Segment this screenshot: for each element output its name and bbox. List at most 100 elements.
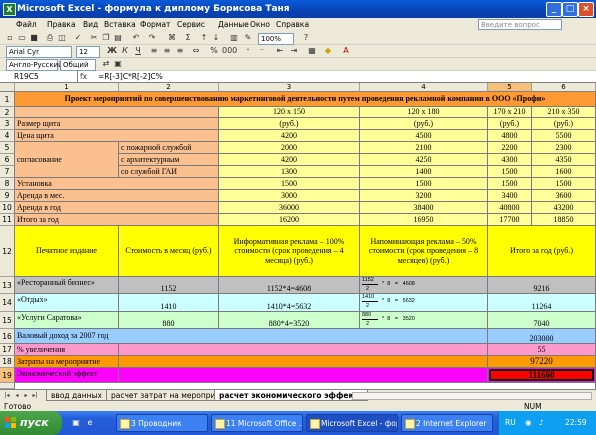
approval-label[interactable]: согласование bbox=[15, 142, 119, 178]
fx-icon[interactable]: fx bbox=[80, 71, 87, 83]
fill-color-icon[interactable]: ◆ bbox=[322, 45, 334, 56]
costs-value[interactable]: 97220 bbox=[488, 356, 596, 368]
drawing-icon[interactable]: ✎ bbox=[242, 32, 254, 43]
size-cell[interactable]: 120 х 150 bbox=[219, 107, 360, 118]
pub-informative[interactable]: 1410*4=5632 bbox=[219, 294, 360, 312]
column-header-4[interactable]: 4 bbox=[360, 83, 488, 92]
align-center-icon[interactable]: ≡ bbox=[161, 45, 173, 56]
units-cell[interactable]: (руб.) bbox=[532, 118, 596, 130]
column-header-5[interactable]: 5 bbox=[488, 83, 532, 92]
chart-wizard-icon[interactable]: ▥ bbox=[228, 32, 240, 43]
header-reminder-ad[interactable]: Напоминающая реклама – 50% стоимости (ср… bbox=[360, 226, 488, 277]
decrease-indent-icon[interactable]: ⇤ bbox=[274, 45, 286, 56]
menu-view[interactable]: Вид bbox=[83, 20, 98, 29]
pub-informative[interactable]: 880*4=3520 bbox=[219, 312, 360, 329]
rent-year-label[interactable]: Аренда в год bbox=[15, 202, 219, 214]
row-header[interactable]: 13 bbox=[0, 277, 15, 294]
print-icon[interactable]: ⎙ bbox=[44, 32, 56, 43]
align-left-icon[interactable]: ≡ bbox=[148, 45, 160, 56]
menu-edit[interactable]: Правка bbox=[47, 20, 76, 29]
row-header[interactable]: 19 bbox=[0, 368, 15, 383]
row-header[interactable]: 2 bbox=[0, 107, 15, 118]
row-header[interactable]: 7 bbox=[0, 166, 15, 178]
costs-empty[interactable] bbox=[119, 356, 488, 368]
borders-icon[interactable]: ▦ bbox=[306, 45, 318, 56]
select-all-corner[interactable] bbox=[0, 83, 15, 92]
header-total-year[interactable]: Итого за год (руб.) bbox=[488, 226, 596, 277]
row-header[interactable]: 10 bbox=[0, 202, 15, 214]
pub-total[interactable]: 11264 bbox=[488, 294, 596, 312]
pub-reminder-formula[interactable]: 1410 2 * 8 = 5632 bbox=[360, 294, 488, 312]
pub-reminder-formula[interactable]: 1152 2 * 8 = 4608 bbox=[360, 277, 488, 294]
approval-gai-cell[interactable]: 1400 bbox=[360, 166, 488, 178]
row-header[interactable]: 11 bbox=[0, 214, 15, 226]
approval-gai-cell[interactable]: 1300 bbox=[219, 166, 360, 178]
undo-icon[interactable]: ↶ bbox=[130, 32, 142, 43]
thousands-icon[interactable]: 000 bbox=[222, 45, 237, 56]
size-cell[interactable]: 120 х 180 bbox=[360, 107, 488, 118]
menu-insert[interactable]: Вставка bbox=[104, 20, 136, 29]
rent-month-cell[interactable]: 3000 bbox=[219, 190, 360, 202]
bold-icon[interactable]: Ж bbox=[106, 45, 118, 56]
approval-gai-cell[interactable]: 1600 bbox=[532, 166, 596, 178]
task-ie[interactable]: 2 Internet Explorer bbox=[401, 414, 493, 432]
save-icon[interactable]: ■ bbox=[28, 32, 40, 43]
rent-month-cell[interactable]: 3600 bbox=[532, 190, 596, 202]
approval-fire-label[interactable]: с пожарной службой bbox=[119, 142, 219, 154]
cell-empty[interactable] bbox=[15, 107, 219, 118]
install-cell[interactable]: 1500 bbox=[360, 178, 488, 190]
install-label[interactable]: Установка bbox=[15, 178, 219, 190]
next-sheet-icon[interactable]: ▸ bbox=[22, 392, 30, 400]
row-header[interactable]: 17 bbox=[0, 344, 15, 356]
last-sheet-icon[interactable]: ▸| bbox=[31, 392, 39, 400]
translate-direction-select[interactable]: Англо-Русский bbox=[6, 59, 63, 71]
price-cell[interactable]: 5500 bbox=[532, 130, 596, 142]
pub-total[interactable]: 7040 bbox=[488, 312, 596, 329]
pub-reminder-formula[interactable]: 880 2 * 8 = 3520 bbox=[360, 312, 488, 329]
task-office[interactable]: 11 Microsoft Office ... bbox=[211, 414, 303, 432]
row-header[interactable]: 3 bbox=[0, 118, 15, 130]
costs-label[interactable]: Затраты на мероприятие bbox=[15, 356, 119, 368]
menu-help[interactable]: Справка bbox=[276, 20, 309, 29]
sort-asc-icon[interactable]: ↑ bbox=[198, 32, 210, 43]
style-select[interactable]: Общий bbox=[60, 59, 96, 71]
header-monthly-cost[interactable]: Стоимость в месяц (руб.) bbox=[119, 226, 219, 277]
row-header[interactable]: 9 bbox=[0, 190, 15, 202]
help-search-input[interactable]: Введите вопрос bbox=[478, 19, 562, 30]
effect-empty[interactable] bbox=[119, 368, 488, 383]
font-color-icon[interactable]: A bbox=[340, 45, 352, 56]
effect-label[interactable]: Экономический эффект bbox=[15, 368, 119, 383]
translate-icon[interactable]: ⇄ bbox=[100, 58, 112, 69]
units-cell[interactable]: (руб.) bbox=[488, 118, 532, 130]
percent-icon[interactable]: % bbox=[208, 45, 220, 56]
rent-year-cell[interactable]: 38400 bbox=[360, 202, 488, 214]
pub-cost[interactable]: 1152 bbox=[119, 277, 219, 294]
row-header[interactable]: 14 bbox=[0, 294, 15, 312]
header-informative-ad[interactable]: Информативная реклама – 100% стоимости (… bbox=[219, 226, 360, 277]
price-cell[interactable]: 4800 bbox=[488, 130, 532, 142]
units-cell[interactable]: (руб.) bbox=[360, 118, 488, 130]
rent-month-label[interactable]: Аренда в мес. bbox=[15, 190, 219, 202]
pub-informative[interactable]: 1152*4=4608 bbox=[219, 277, 360, 294]
spell-icon[interactable]: ✓ bbox=[72, 32, 84, 43]
header-print-media[interactable]: Печатное издание bbox=[15, 226, 119, 277]
sheet-tab-effect[interactable]: расчет экономического эффекта bbox=[214, 390, 368, 401]
approval-fire-cell[interactable]: 2300 bbox=[532, 142, 596, 154]
menu-data[interactable]: Данные bbox=[218, 20, 249, 29]
column-header-2[interactable]: 2 bbox=[119, 83, 219, 92]
increase-decimal-icon[interactable]: ⁺ bbox=[242, 45, 254, 56]
price-cell[interactable]: 4500 bbox=[360, 130, 488, 142]
row-header[interactable]: 8 bbox=[0, 178, 15, 190]
approval-arch-cell[interactable]: 4250 bbox=[360, 154, 488, 166]
formula-input[interactable]: =R[-3]C*R[-2]C% bbox=[98, 71, 163, 83]
total-year-label[interactable]: Итого за год bbox=[15, 214, 219, 226]
start-button[interactable]: пуск bbox=[0, 411, 62, 435]
rent-year-cell[interactable]: 40800 bbox=[488, 202, 532, 214]
approval-arch-cell[interactable]: 4350 bbox=[532, 154, 596, 166]
row-header[interactable]: 6 bbox=[0, 154, 15, 166]
sort-desc-icon[interactable]: ↓ bbox=[210, 32, 222, 43]
open-icon[interactable]: ▭ bbox=[16, 32, 28, 43]
rent-year-cell[interactable]: 36000 bbox=[219, 202, 360, 214]
size-cell[interactable]: 170 х 210 bbox=[488, 107, 532, 118]
row-header[interactable]: 16 bbox=[0, 329, 15, 344]
